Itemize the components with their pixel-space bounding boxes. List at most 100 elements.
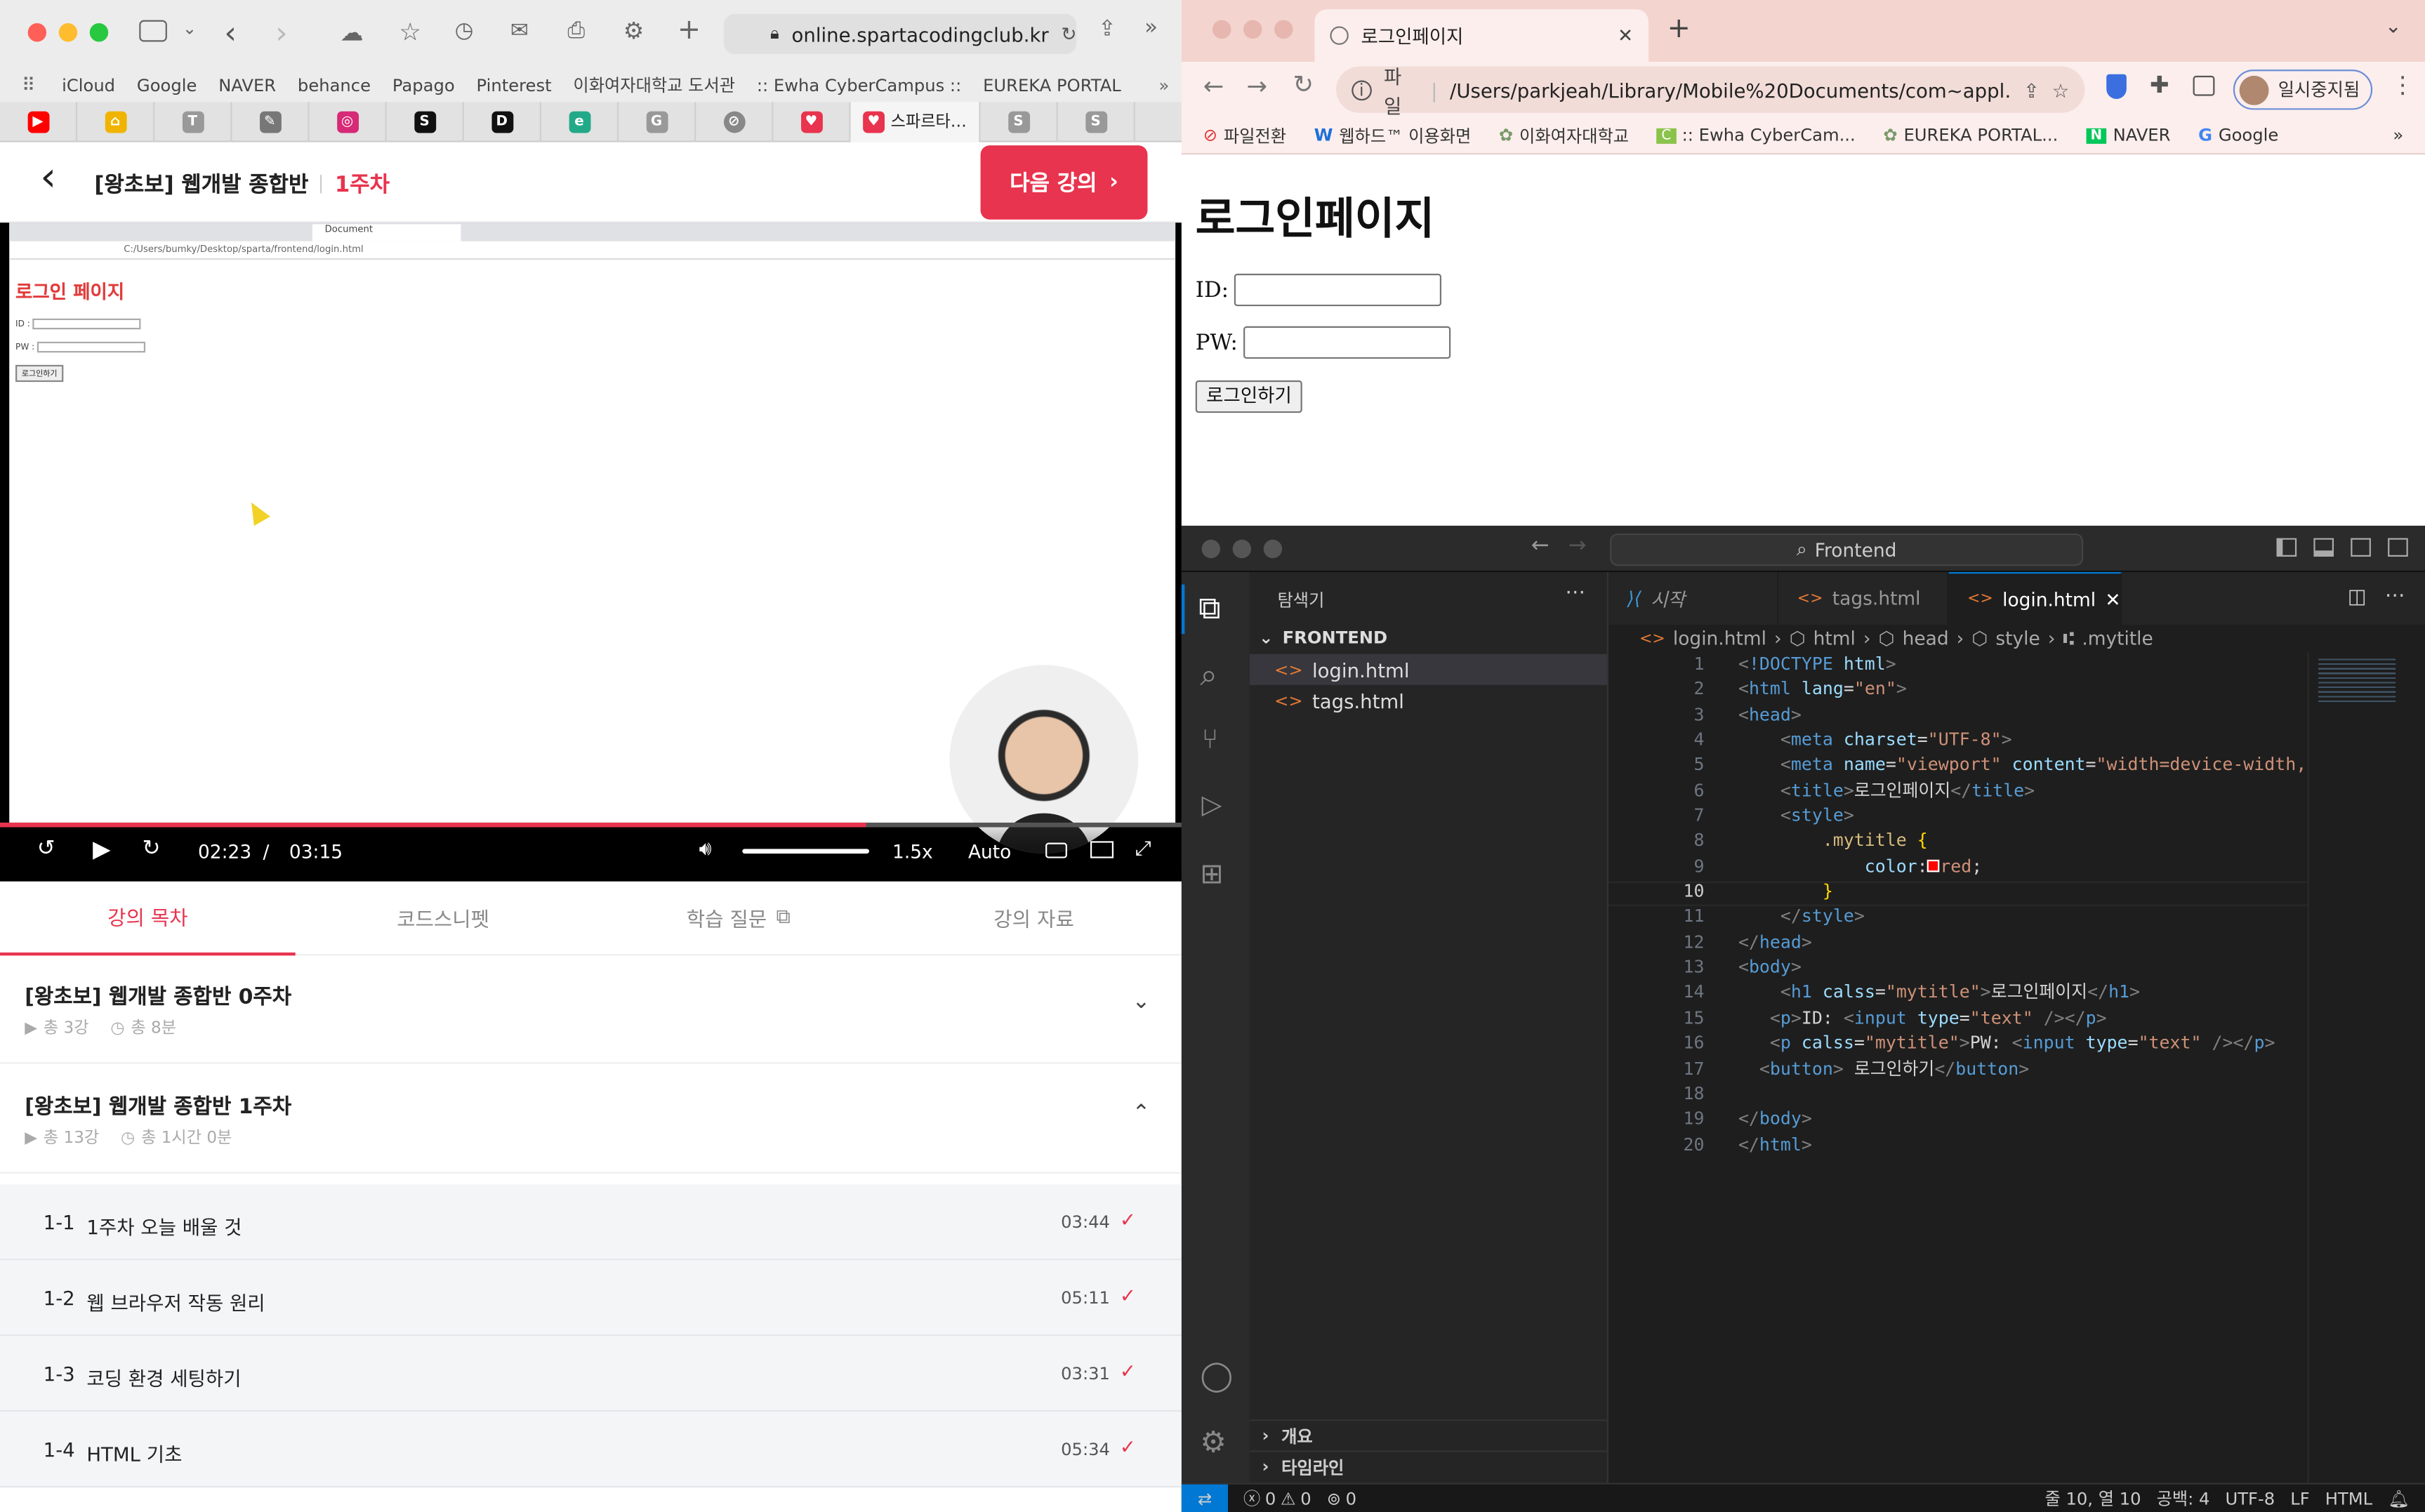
maximize-button[interactable] [89, 23, 109, 42]
breadcrumb-item[interactable]: login.html [1673, 628, 1766, 649]
chrome-tab[interactable]: 로그인페이지 ✕ [1314, 9, 1649, 62]
grid-icon[interactable]: ⠿ [22, 74, 62, 96]
forward-icon[interactable]: → [1568, 533, 1587, 558]
minimize-button[interactable] [1243, 20, 1262, 39]
lesson-item[interactable]: 1-3 코딩 환경 세팅하기 03:31 ✓ [0, 1336, 1182, 1412]
fav-item[interactable]: Pinterest [477, 75, 552, 95]
forward-icon[interactable]: → [1246, 71, 1267, 100]
tab-search-icon[interactable]: ⌄ [2385, 15, 2402, 39]
chevron-down-icon[interactable]: ⌄ [1132, 990, 1150, 1014]
back-arrow-icon[interactable]: ‹ [40, 154, 56, 201]
layout-icon[interactable] [2388, 538, 2408, 557]
toggle-panel-icon[interactable] [2313, 538, 2334, 557]
fav-item[interactable]: iCloud [62, 75, 115, 95]
play-icon[interactable]: ▶ [93, 835, 110, 863]
toggle-secondary-icon[interactable] [2351, 538, 2371, 557]
omnibox[interactable]: i 파일 | /Users/parkjeah/Library/Mobile%20… [1336, 65, 2085, 117]
progress-track[interactable] [0, 822, 1182, 828]
tab-10[interactable]: ⊘ [696, 101, 774, 142]
settings-gear-icon[interactable]: ⚙ [1200, 1426, 1227, 1459]
ports-indicator[interactable]: ⊚ 0 [1327, 1488, 1356, 1508]
search-icon[interactable]: ⌕ [1200, 656, 1217, 693]
indentation[interactable]: 공백: 4 [2157, 1486, 2210, 1511]
tab-3[interactable]: T [154, 101, 232, 142]
shield-extension-icon[interactable] [2106, 74, 2127, 99]
file-item-tags[interactable]: <> tags.html [1250, 685, 1607, 716]
forward-10-icon[interactable]: ↻ [143, 837, 161, 861]
tab-11[interactable]: ♥ [773, 101, 851, 142]
fullscreen-icon[interactable]: ⤢ [1135, 838, 1151, 861]
breadcrumb-item[interactable]: head [1903, 628, 1949, 649]
lesson-item[interactable]: 1-2 웹 브라우저 작동 원리 05:11 ✓ [0, 1260, 1182, 1337]
chevron-up-icon[interactable]: ⌃ [1132, 1101, 1150, 1125]
volume-slider[interactable] [742, 849, 869, 854]
close-button[interactable] [1212, 20, 1231, 39]
tab-questions[interactable]: 학습 질문 ⧉ [590, 880, 886, 955]
new-tab-icon[interactable]: + [678, 14, 701, 46]
profile-button[interactable]: 일시중지됨 [2233, 69, 2373, 110]
minimap[interactable] [2307, 652, 2425, 1483]
tab-instagram[interactable]: ◎ [310, 101, 387, 142]
tab-4[interactable]: ✎ [232, 101, 310, 142]
section-week0[interactable]: [왕초보] 웹개발 종합반 0주차 ▶ 총 3강 ◷ 총 8분 ⌄ [0, 955, 1182, 1064]
fav-item[interactable]: :: Ewha CyberCampus :: [757, 75, 961, 95]
bookmark-item[interactable]: :: Ewha CyberCam... [1682, 125, 1856, 145]
login-button[interactable]: 로그인하기 [1195, 380, 1303, 413]
maximize-button[interactable] [1263, 539, 1283, 559]
sidebar-icon[interactable] [139, 20, 167, 42]
split-editor-icon[interactable]: ◫ [2348, 586, 2367, 609]
back-icon[interactable]: ‹ [224, 14, 237, 51]
minimize-button[interactable] [58, 23, 78, 42]
bookmark-item[interactable]: EUREKA PORTAL... [1903, 125, 2058, 145]
back-icon[interactable]: ← [1531, 533, 1550, 558]
tab-8[interactable]: e [541, 101, 619, 142]
bookmark-item[interactable]: 파일전환 [1224, 123, 1286, 147]
encoding[interactable]: UTF-8 [2226, 1488, 2275, 1508]
close-button[interactable] [1201, 539, 1221, 559]
close-tab-icon[interactable]: ✕ [1618, 25, 1633, 46]
bookmark-item[interactable]: 웹하드™ 이용화면 [1339, 123, 1471, 147]
tab-active[interactable]: ♥ 스파르타… [850, 101, 981, 142]
more-actions-icon[interactable]: ⋯ [2385, 585, 2405, 608]
lesson-item[interactable]: 1-1 1주차 오늘 배울 것 03:44 ✓ [0, 1184, 1182, 1261]
reload-icon[interactable]: ↻ [1293, 69, 1314, 99]
tab-youtube[interactable]: ▶ [0, 101, 78, 142]
cursor-position[interactable]: 줄 10, 열 10 [2044, 1486, 2141, 1511]
tab-contents[interactable]: 강의 목차 [0, 880, 296, 955]
command-center[interactable]: ⌕ Frontend [1610, 533, 2084, 566]
id-input[interactable] [1234, 273, 1443, 307]
tab-14[interactable]: S [1058, 101, 1135, 142]
tab-6[interactable]: S [387, 101, 464, 142]
close-button[interactable] [27, 23, 47, 42]
more-favs-icon[interactable]: » [1158, 75, 1169, 95]
close-tab-icon[interactable]: ✕ [2105, 588, 2120, 610]
minimize-button[interactable] [1232, 539, 1252, 559]
address-bar[interactable]: 🔒︎ online.spartacodingclub.kr ↻ [723, 13, 1077, 55]
problems-indicator[interactable]: ⓧ 0 ⚠ 0 [1243, 1486, 1311, 1511]
fav-item[interactable]: EUREKA PORTAL [983, 75, 1121, 95]
more-tabs-icon[interactable]: » [1144, 15, 1158, 40]
explorer-icon[interactable]: ⧉ [1198, 589, 1220, 626]
captions-icon[interactable] [1045, 842, 1067, 858]
eol[interactable]: LF [2290, 1488, 2309, 1508]
pip-icon[interactable] [1090, 841, 1114, 858]
info-icon[interactable]: i [1352, 79, 1372, 100]
section-week1[interactable]: [왕초보] 웹개발 종합반 1주차 ▶ 총 13강 ◷ 총 1시간 0분 ⌃ [0, 1064, 1182, 1174]
video-player[interactable]: Document C:/Users/bumky/Desktop/sparta/f… [0, 223, 1182, 882]
volume-icon[interactable]: 🔊︎ [699, 838, 712, 861]
tab-login[interactable]: <> login.html ✕ [1948, 572, 2122, 625]
tab-2[interactable]: ⌂ [77, 101, 155, 142]
extensions-icon[interactable]: ✚ [2150, 71, 2169, 99]
breadcrumb-item[interactable]: html [1813, 628, 1856, 649]
back-icon[interactable]: ← [1203, 71, 1224, 100]
fav-item[interactable]: Papago [392, 75, 455, 95]
file-item-login[interactable]: <> login.html [1249, 654, 1607, 685]
tab-tags[interactable]: <> tags.html [1778, 572, 1949, 625]
tab-materials[interactable]: 강의 자료 [886, 880, 1182, 955]
language-mode[interactable]: HTML [2325, 1488, 2372, 1508]
chevron-down-icon[interactable]: ⌄ [183, 18, 197, 39]
tab-13[interactable]: S [981, 101, 1058, 142]
forward-icon[interactable]: › [275, 14, 288, 51]
fav-item[interactable]: behance [298, 75, 371, 95]
pw-input[interactable] [1243, 326, 1451, 359]
